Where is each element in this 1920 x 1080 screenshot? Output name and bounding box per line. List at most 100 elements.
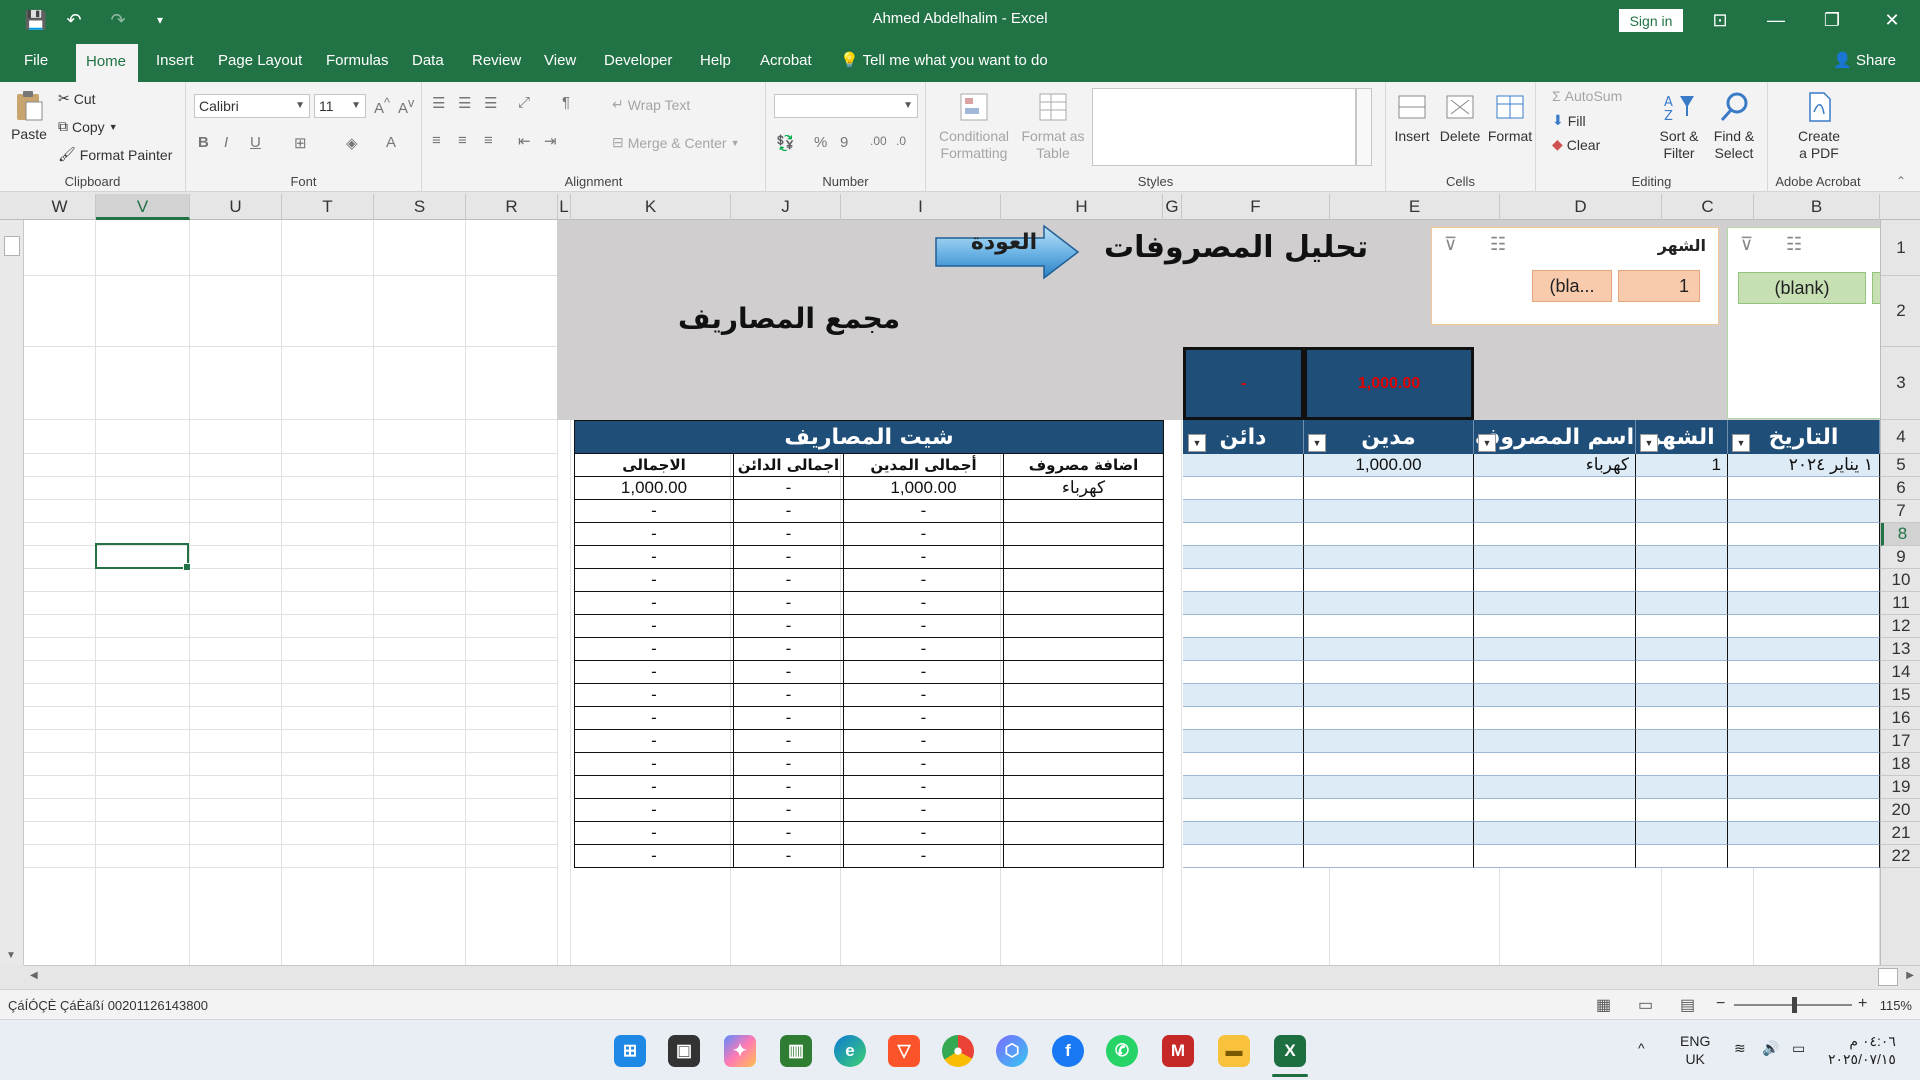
- zoom-out-button[interactable]: −: [1716, 995, 1725, 1013]
- entry-cell[interactable]: [1474, 753, 1636, 776]
- row-header-4[interactable]: 4: [1881, 420, 1920, 454]
- entry-cell[interactable]: [1183, 454, 1304, 477]
- entry-cell[interactable]: [1474, 845, 1636, 868]
- tell-me-search[interactable]: 💡 Tell me what you want to do: [840, 40, 1048, 82]
- summary-cell[interactable]: [1004, 569, 1164, 592]
- summary-cell[interactable]: -: [574, 615, 734, 638]
- entry-cell[interactable]: [1474, 569, 1636, 592]
- collapse-ribbon-icon[interactable]: ⌃: [1896, 174, 1906, 188]
- entry-cell[interactable]: [1474, 500, 1636, 523]
- comma-style-button[interactable]: 9: [840, 134, 848, 151]
- summary-cell[interactable]: -: [844, 661, 1004, 684]
- underline-button[interactable]: U: [250, 134, 261, 151]
- decrease-indent-icon[interactable]: ⇤: [518, 132, 531, 150]
- tray-chevron-icon[interactable]: ^: [1638, 1040, 1645, 1056]
- column-header-g[interactable]: G: [1163, 194, 1182, 220]
- vertical-scrollbar[interactable]: ▼: [0, 220, 24, 965]
- normal-view-icon[interactable]: ▦: [1596, 995, 1611, 1015]
- entry-cell[interactable]: [1304, 799, 1474, 822]
- row-header-9[interactable]: 9: [1881, 546, 1920, 569]
- tab-review[interactable]: Review: [462, 40, 531, 82]
- column-header-f[interactable]: F: [1182, 194, 1330, 220]
- entry-cell[interactable]: [1304, 546, 1474, 569]
- italic-button[interactable]: I: [224, 134, 228, 151]
- entry-cell[interactable]: [1183, 822, 1304, 845]
- summary-cell[interactable]: -: [574, 500, 734, 523]
- scroll-left-icon[interactable]: ◀: [30, 970, 38, 981]
- summary-cell[interactable]: -: [844, 776, 1004, 799]
- entry-cell[interactable]: [1304, 845, 1474, 868]
- tab-developer[interactable]: Developer: [594, 40, 682, 82]
- fill-color-icon[interactable]: ◈: [346, 134, 358, 152]
- minimize-button[interactable]: —: [1748, 0, 1804, 40]
- find-select-button[interactable]: Find & Select: [1706, 90, 1762, 162]
- summary-cell[interactable]: -: [574, 546, 734, 569]
- summary-cell[interactable]: -: [734, 500, 844, 523]
- tab-home[interactable]: Home: [76, 44, 138, 82]
- back-button-label[interactable]: العودة: [954, 230, 1054, 255]
- summary-cell[interactable]: كهرباء: [1004, 477, 1164, 500]
- entry-cell[interactable]: [1728, 684, 1880, 707]
- scroll-thumb[interactable]: [4, 236, 20, 256]
- summary-cell[interactable]: -: [844, 822, 1004, 845]
- entry-cell[interactable]: [1636, 523, 1728, 546]
- date-slicer[interactable]: ⊽ ☷ (blank): [1727, 227, 1880, 419]
- column-header-h[interactable]: H: [1001, 194, 1163, 220]
- facebook-icon[interactable]: f: [1052, 1035, 1084, 1067]
- cut-button[interactable]: ✂ Cut: [58, 90, 96, 107]
- active-cell[interactable]: [95, 543, 191, 571]
- entry-cell[interactable]: [1474, 799, 1636, 822]
- entry-cell[interactable]: [1304, 569, 1474, 592]
- entry-cell[interactable]: [1728, 500, 1880, 523]
- align-center-icon[interactable]: ≡: [458, 132, 467, 149]
- entry-cell[interactable]: [1636, 845, 1728, 868]
- entry-cell[interactable]: [1728, 753, 1880, 776]
- column-header-k[interactable]: K: [571, 194, 731, 220]
- row-header-16[interactable]: 16: [1881, 707, 1920, 730]
- entry-cell[interactable]: [1728, 546, 1880, 569]
- summary-cell[interactable]: 1,000.00: [844, 477, 1004, 500]
- entry-cell[interactable]: [1183, 477, 1304, 500]
- decrease-font-icon[interactable]: Av: [398, 96, 414, 117]
- summary-cell[interactable]: -: [734, 730, 844, 753]
- entry-cell[interactable]: [1474, 592, 1636, 615]
- entry-cell[interactable]: [1728, 661, 1880, 684]
- share-button[interactable]: 👤 Share: [1833, 40, 1896, 82]
- delete-cells-button[interactable]: Delete: [1436, 90, 1484, 145]
- scroll-right-icon[interactable]: ▶: [1906, 970, 1914, 981]
- summary-cell[interactable]: -: [734, 477, 844, 500]
- summary-cell[interactable]: -: [844, 523, 1004, 546]
- entry-cell[interactable]: [1474, 730, 1636, 753]
- tab-data[interactable]: Data: [402, 40, 454, 82]
- summary-cell[interactable]: -: [574, 661, 734, 684]
- entry-cell[interactable]: ١ يناير ٢٠٢٤: [1728, 454, 1880, 477]
- entry-cell[interactable]: [1728, 592, 1880, 615]
- summary-cell[interactable]: [1004, 822, 1164, 845]
- entry-cell[interactable]: [1474, 822, 1636, 845]
- entry-cell[interactable]: [1183, 845, 1304, 868]
- entry-cell[interactable]: [1728, 730, 1880, 753]
- summary-cell[interactable]: -: [844, 845, 1004, 868]
- summary-cell[interactable]: -: [574, 523, 734, 546]
- row-header-1[interactable]: 1: [1881, 220, 1920, 276]
- entry-cell[interactable]: [1728, 799, 1880, 822]
- entry-cell[interactable]: [1304, 638, 1474, 661]
- copy-button[interactable]: ⧉ Copy ▼: [58, 118, 118, 135]
- filter-dropdown-icon[interactable]: ▼: [1308, 434, 1326, 452]
- slicer-item-blank[interactable]: (bla...: [1532, 270, 1612, 302]
- summary-cell[interactable]: -: [844, 707, 1004, 730]
- summary-cell[interactable]: [1004, 845, 1164, 868]
- paste-button[interactable]: Paste: [6, 88, 52, 143]
- summary-cell[interactable]: -: [574, 638, 734, 661]
- entry-cell[interactable]: [1474, 707, 1636, 730]
- column-header-r[interactable]: R: [466, 194, 558, 220]
- summary-cell[interactable]: -: [734, 615, 844, 638]
- entry-cell[interactable]: [1304, 753, 1474, 776]
- entry-cell[interactable]: [1183, 638, 1304, 661]
- row-header-18[interactable]: 18: [1881, 753, 1920, 776]
- edge-icon[interactable]: e: [834, 1035, 866, 1067]
- summary-cell[interactable]: [1004, 661, 1164, 684]
- summary-cell[interactable]: -: [574, 569, 734, 592]
- row-header-13[interactable]: 13: [1881, 638, 1920, 661]
- summary-cell[interactable]: 1,000.00: [574, 477, 734, 500]
